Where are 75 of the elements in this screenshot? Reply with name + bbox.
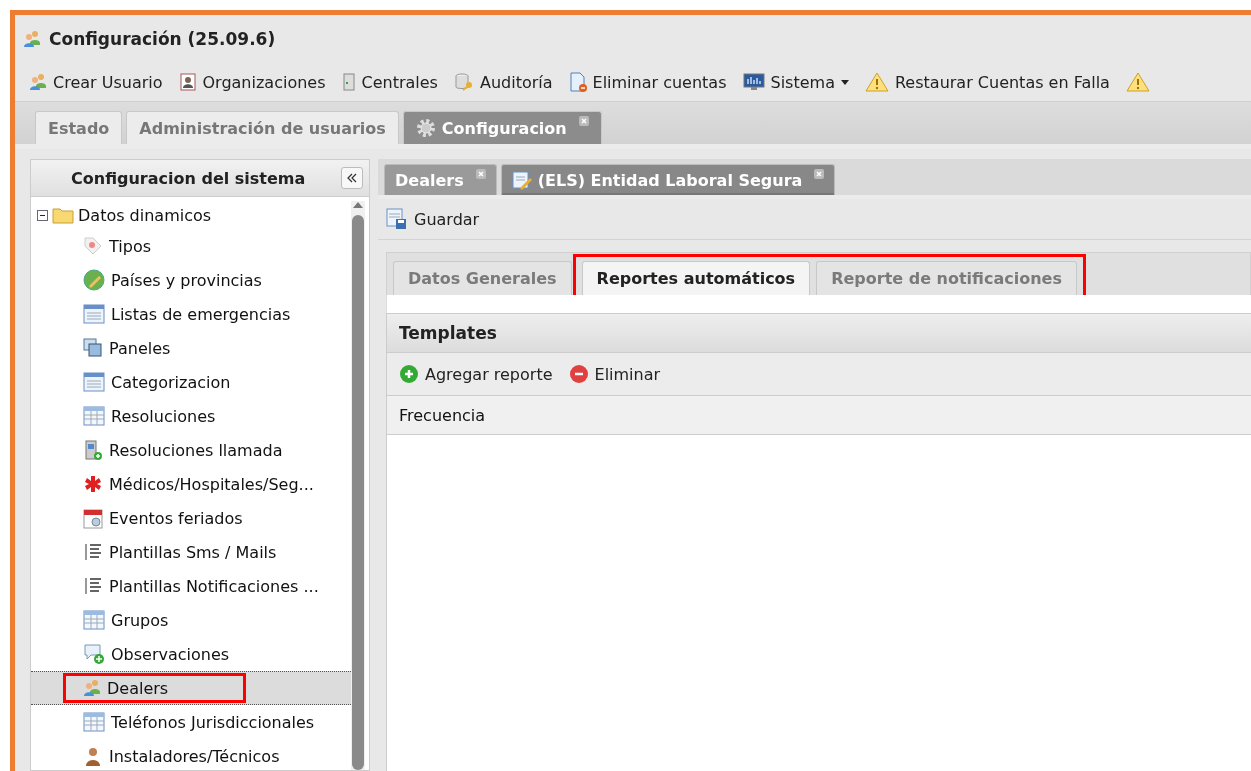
tree-item[interactable]: Médicos/Hospitales/Seg...	[109, 474, 314, 494]
toolbar-button[interactable]: Auditoría	[447, 69, 559, 95]
caret-icon	[840, 79, 849, 85]
list-icon	[83, 304, 105, 324]
save-button[interactable]: Guardar	[380, 205, 486, 233]
phone-add-icon	[83, 439, 103, 461]
table-icon	[83, 406, 105, 426]
scroll-up-icon[interactable]	[352, 201, 364, 209]
medical-star-icon	[83, 474, 103, 494]
toolbar-button[interactable]: Crear Usuario	[23, 69, 169, 95]
tab[interactable]: Administración de usuarios	[126, 111, 399, 144]
tree-item[interactable]: Instaladores/Técnicos	[109, 746, 280, 766]
text-lines-icon	[83, 542, 103, 562]
tree-item[interactable]: Dealers	[107, 678, 169, 698]
form-edit-icon	[511, 170, 532, 190]
calendar-icon	[83, 507, 103, 529]
remove-icon	[568, 364, 589, 384]
list-icon	[83, 372, 105, 392]
close-icon[interactable]	[475, 169, 486, 179]
tree-item[interactable]: Grupos	[111, 610, 169, 630]
tab[interactable]: Estado	[35, 111, 123, 144]
delete-button[interactable]: Eliminar	[562, 361, 667, 387]
gear-icon	[415, 118, 436, 138]
tree-item[interactable]: Plantillas Notificaciones ...	[109, 576, 319, 596]
toolbar-button[interactable]: Restaurar Cuentas en Falla	[858, 69, 1116, 95]
monitor-icon	[742, 73, 765, 91]
comment-add-icon	[83, 643, 105, 665]
text-lines-icon	[83, 576, 103, 596]
tree-item[interactable]: Listas de emergencias	[111, 304, 291, 324]
add-button[interactable]: Agregar reporte	[393, 361, 559, 387]
table-icon	[83, 610, 105, 630]
grid-title: Templates	[399, 323, 497, 343]
double-chevron-icon	[347, 173, 357, 183]
app-icon	[23, 30, 41, 48]
tree-item[interactable]: Paneles	[109, 338, 171, 358]
collapse-button[interactable]	[341, 167, 363, 189]
tree-item[interactable]: Tipos	[109, 236, 151, 256]
tree-item[interactable]: Eventos feriados	[109, 508, 243, 528]
close-icon[interactable]	[814, 169, 825, 179]
tab[interactable]: (ELS) Entidad Laboral Segura	[500, 164, 836, 195]
document-remove-icon	[568, 72, 587, 92]
windows-icon	[83, 338, 103, 358]
users-icon	[83, 679, 101, 697]
person-icon	[83, 746, 103, 766]
tree-item[interactable]: Países y provincias	[111, 270, 262, 290]
window-title: Configuración (25.09.6)	[49, 29, 276, 49]
scrollbar[interactable]	[351, 201, 365, 770]
collapse-toggle[interactable]	[37, 209, 48, 221]
tree-item[interactable]: Teléfonos Jurisdiccionales	[111, 712, 315, 732]
folder-icon	[52, 206, 74, 224]
warning-icon	[864, 72, 889, 92]
toolbar-button[interactable]: Eliminar cuentas	[562, 69, 733, 95]
server-icon	[341, 73, 356, 91]
contact-book-icon	[178, 73, 197, 91]
tree-item[interactable]: Datos dinamicos	[78, 205, 212, 225]
close-icon[interactable]	[578, 116, 589, 126]
table-icon	[83, 712, 105, 732]
column-header[interactable]: Frecuencia	[387, 396, 486, 434]
database-key-icon	[453, 73, 474, 91]
toolbar-button[interactable]: Organizaciones	[172, 69, 332, 95]
save-form-icon	[386, 208, 408, 230]
tree-item[interactable]: Resoluciones llamada	[109, 440, 283, 460]
toolbar-button[interactable]: Centrales	[335, 69, 444, 95]
add-icon	[399, 364, 419, 384]
tab[interactable]: Reportes automáticos	[581, 261, 811, 295]
tree-item[interactable]: Plantillas Sms / Mails	[109, 542, 277, 562]
users-icon	[29, 73, 47, 91]
globe-icon	[83, 269, 105, 291]
toolbar-button[interactable]: Sistema	[736, 69, 855, 95]
warning-icon	[1125, 72, 1150, 92]
panel-title: Configuracion del sistema	[71, 168, 306, 188]
tree-item[interactable]: Observaciones	[111, 644, 230, 664]
tree-item[interactable]: Categorizacion	[111, 372, 231, 392]
tag-icon	[83, 236, 103, 256]
tree-item[interactable]: Resoluciones	[111, 406, 216, 426]
